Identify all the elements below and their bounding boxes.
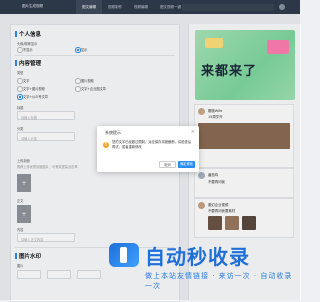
warning-icon: ! [103, 142, 109, 148]
watermark-subtitle: 做上本站友情链接 · 来访一次 · 自动收录一次 [145, 272, 293, 290]
confirm-modify-button[interactable]: 确定修改 [178, 161, 195, 168]
system-alert-dialog: 系统提示 × ! 您的文字已经超过限制，对应保存将被截断，请检查后再试，或者重新… [97, 126, 199, 172]
watermark-overlay: 自动秒收录 做上本站友情链接 · 来访一次 · 自动收录一次 [103, 235, 295, 295]
dialog-message: 您的文字已经超过限制，对应保存将被截断，请检查后再试，或者重新修改 [112, 140, 192, 149]
cancel-button[interactable]: 取消 [159, 161, 176, 168]
watermark-logo-icon [109, 243, 139, 267]
close-icon[interactable]: × [191, 129, 195, 135]
dialog-title: 系统提示 [105, 130, 121, 135]
watermark-title: 自动秒收录 [145, 245, 250, 269]
